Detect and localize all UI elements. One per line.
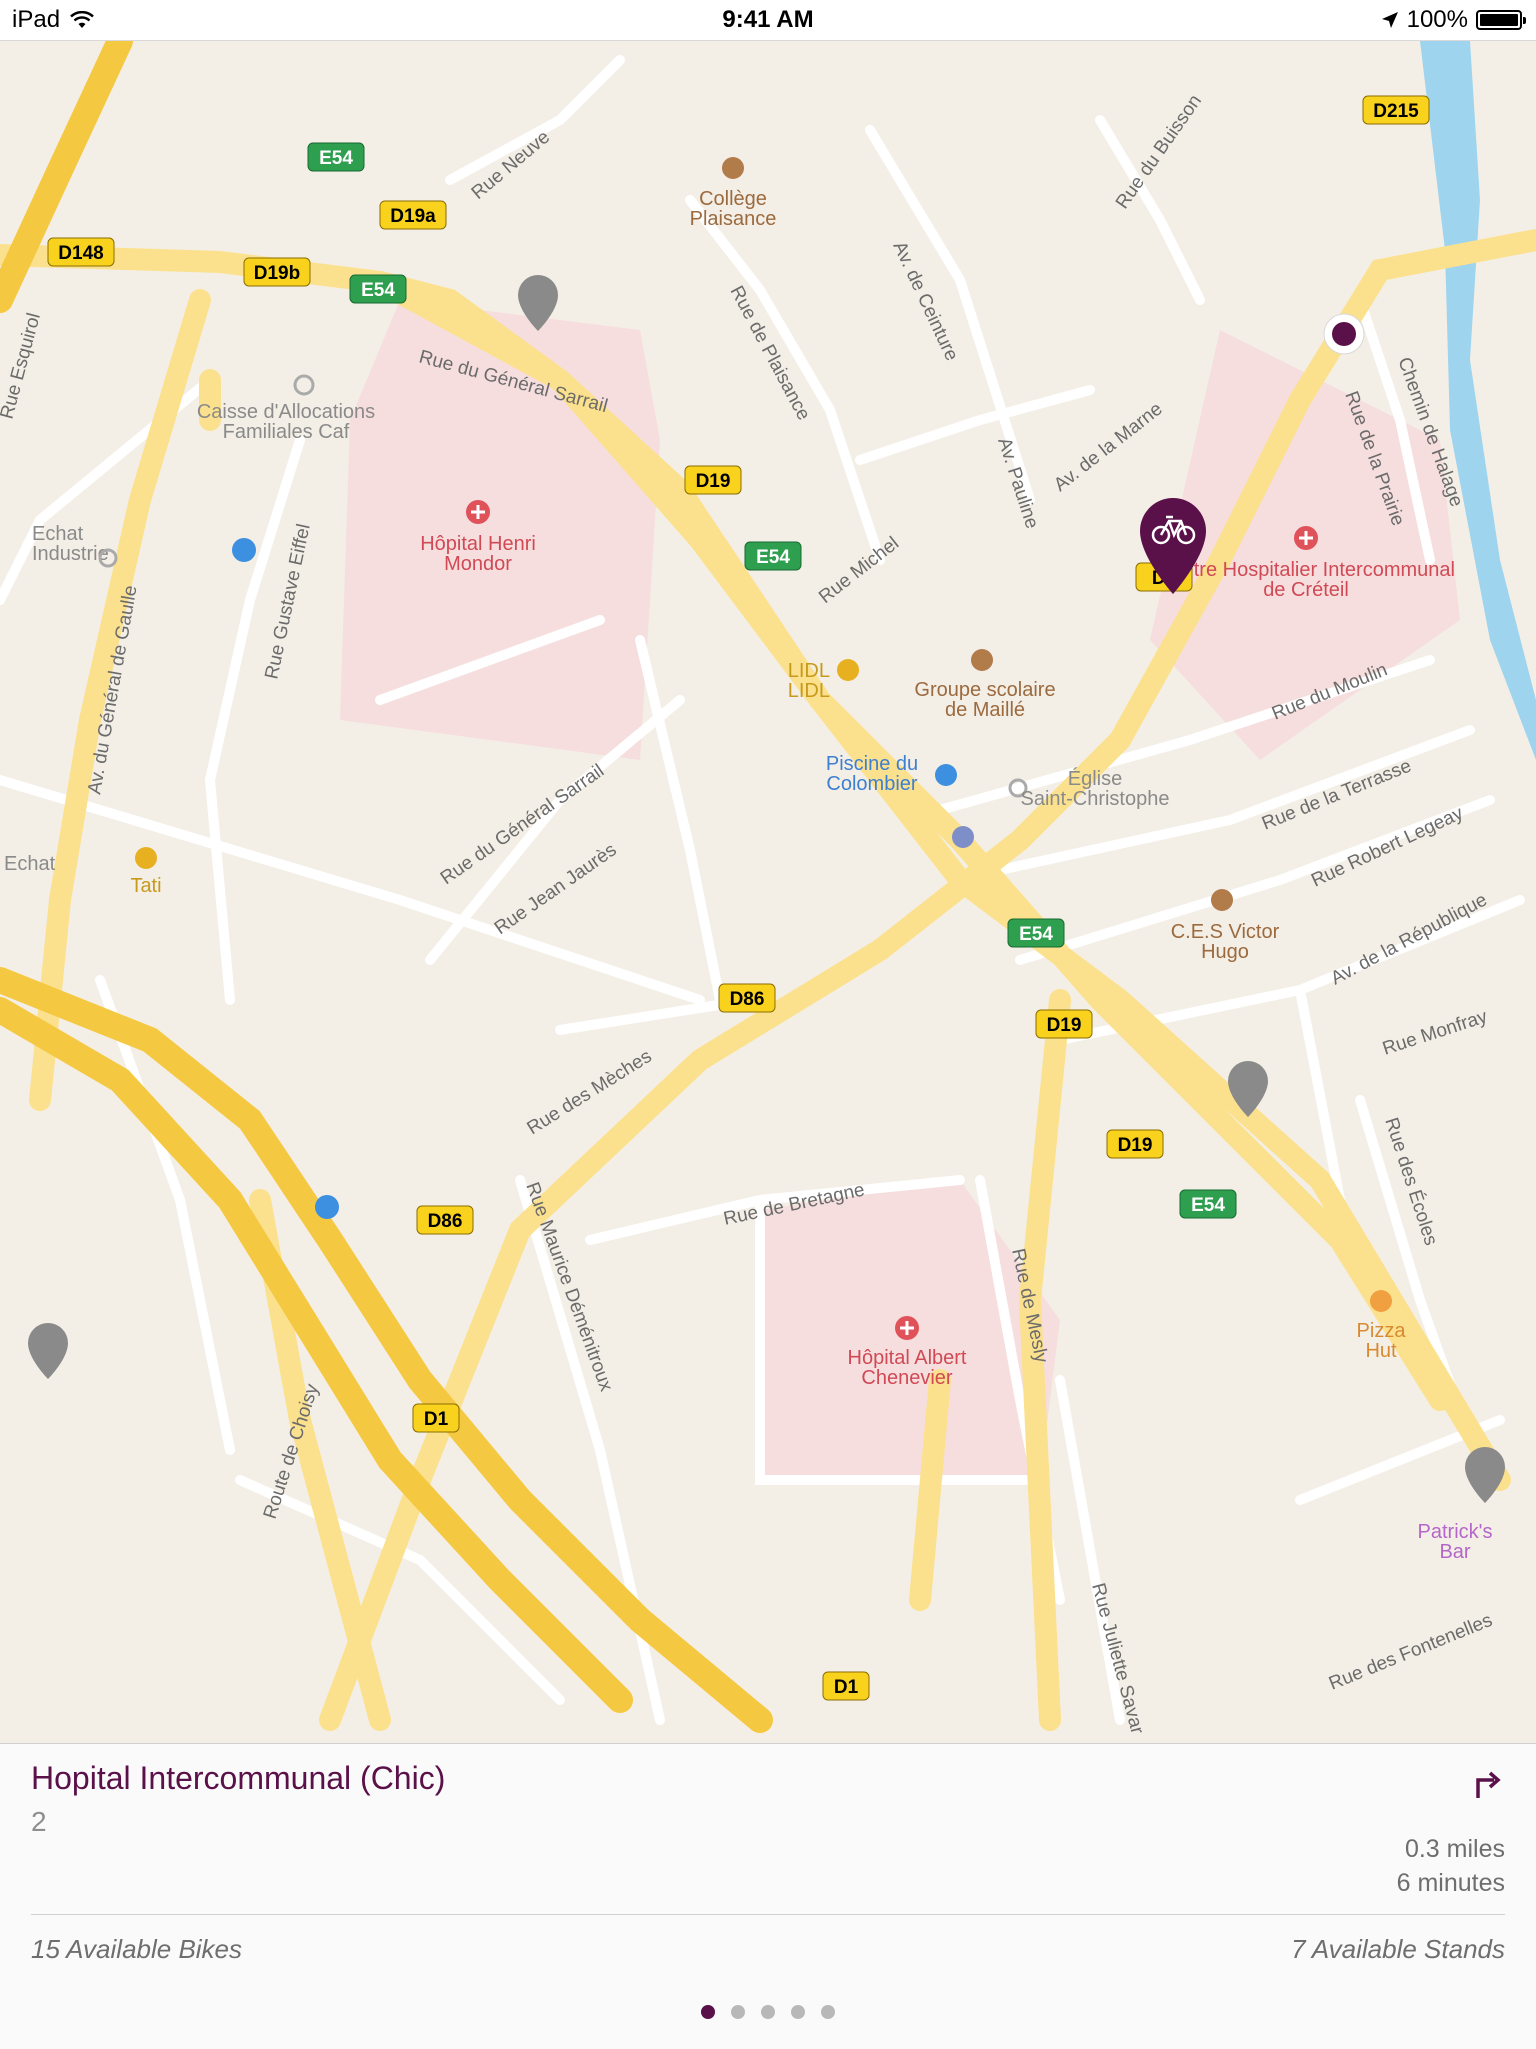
hospital-icon xyxy=(466,500,490,524)
poi-label: Collège Plaisance xyxy=(690,188,777,230)
poi-label: Echat xyxy=(4,853,56,875)
poi-label: Piscine du Colombier xyxy=(826,753,918,795)
page-dot[interactable] xyxy=(791,2005,805,2019)
school-icon xyxy=(971,649,993,671)
shopping-icon xyxy=(837,659,859,681)
user-location-marker xyxy=(1323,313,1365,355)
school-icon xyxy=(1211,889,1233,911)
station-number: 2 xyxy=(31,1806,47,1837)
available-stands: 7 Available Stands xyxy=(1291,1934,1505,1964)
battery-percent: 100% xyxy=(1406,6,1468,33)
road-shield: E54 xyxy=(1019,924,1053,945)
poi-label: Tati xyxy=(130,875,161,897)
status-right: 100% xyxy=(1381,6,1526,34)
available-bikes: 15 Available Bikes xyxy=(31,1934,243,1964)
school-icon xyxy=(722,157,744,179)
station-name: Hopital Intercommunal (Chic) xyxy=(31,1760,446,1796)
road-shield: D148 xyxy=(58,243,103,264)
swimming-icon xyxy=(935,764,957,786)
poi-label: Hôpital Albert Chenevier xyxy=(848,1347,967,1389)
shopping-icon xyxy=(135,847,157,869)
hospital-icon xyxy=(895,1316,919,1340)
restaurant-icon xyxy=(1370,1290,1392,1312)
road-shield: D86 xyxy=(730,989,765,1010)
road-shield: D1 xyxy=(424,1409,449,1430)
page-dot[interactable] xyxy=(821,2005,835,2019)
road-shield: D215 xyxy=(1373,101,1419,122)
divider xyxy=(31,1914,1505,1915)
directions-icon[interactable] xyxy=(1470,1766,1504,1800)
status-bar: iPad 9:41 AM 100% xyxy=(0,0,1536,41)
road-shield: E54 xyxy=(756,547,790,568)
page-dot[interactable] xyxy=(731,2005,745,2019)
road-shield: D19 xyxy=(1118,1135,1153,1156)
map-view[interactable]: Rue Neuve Rue du Général Sarrail Rue du … xyxy=(0,41,1536,1743)
road-shield: D19 xyxy=(696,471,731,492)
location-arrow-icon xyxy=(1381,12,1398,28)
road-shield: D86 xyxy=(428,1211,463,1232)
road-shield: D19a xyxy=(390,206,436,227)
walk-time: 6 minutes xyxy=(1396,1869,1505,1897)
road-shield: E54 xyxy=(319,148,353,169)
page-indicator[interactable] xyxy=(0,2005,1536,2019)
status-time: 9:41 AM xyxy=(722,6,814,33)
distance-info: 0.3 miles 6 minutes xyxy=(1397,1832,1505,1900)
road-shield: D19 xyxy=(1047,1015,1082,1036)
mail-icon xyxy=(952,826,974,848)
battery-icon xyxy=(1476,10,1526,30)
road-shield: E54 xyxy=(1191,1195,1225,1216)
poi-label: Caisse d'Allocations Familiales Caf xyxy=(197,401,375,443)
road-shield: D19b xyxy=(254,263,300,284)
road-shield: D1 xyxy=(834,1677,859,1698)
page-dot[interactable] xyxy=(761,2005,775,2019)
station-detail-card[interactable]: Hopital Intercommunal (Chic) 2 0.3 miles… xyxy=(0,1743,1536,2049)
distance-value: 0.3 miles xyxy=(1404,1835,1505,1863)
road-shield: E54 xyxy=(361,280,395,301)
page-dot[interactable] xyxy=(701,2005,715,2019)
map-canvas[interactable]: Rue Neuve Rue du Général Sarrail Rue du … xyxy=(0,41,1536,1743)
poi-label: LIDL LIDL xyxy=(788,660,830,702)
hospital-icon xyxy=(1294,526,1318,550)
